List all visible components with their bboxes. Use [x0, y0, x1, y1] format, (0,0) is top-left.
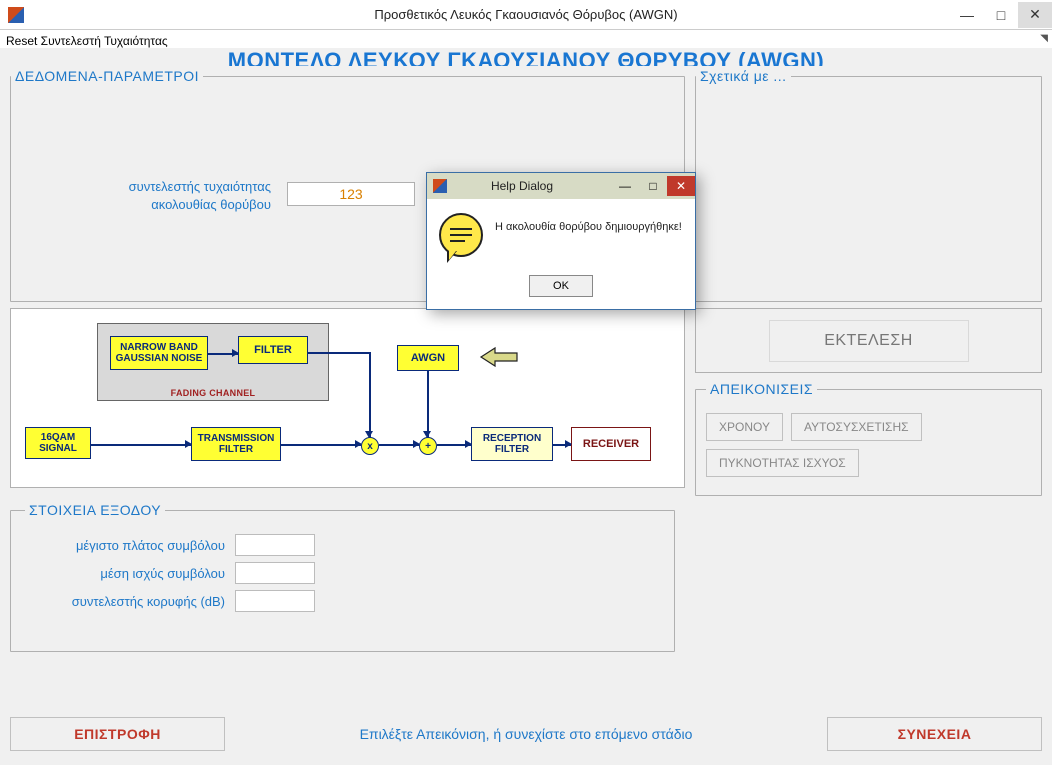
minimize-button[interactable]: — — [950, 2, 984, 28]
help-bubble-icon — [439, 213, 483, 257]
crest-value — [235, 590, 315, 612]
seed-input[interactable] — [287, 182, 415, 206]
crest-label: συντελεστής κορυφής (dB) — [25, 594, 225, 609]
max-amplitude-label: μέγιστο πλάτος συμβόλου — [25, 538, 225, 553]
awgn-block: AWGN — [397, 345, 459, 371]
fading-channel-label: FADING CHANNEL — [98, 388, 328, 398]
mean-power-value — [235, 562, 315, 584]
mean-power-label: μέση ισχύς συμβόλου — [25, 566, 225, 581]
close-button[interactable]: ✕ — [1018, 2, 1052, 28]
about-group: Σχετικά με ... — [695, 68, 1042, 302]
dialog-minimize-button[interactable]: — — [611, 176, 639, 196]
back-button[interactable]: ΕΠΙΣΤΡΟΦΗ — [10, 717, 225, 751]
max-amplitude-value — [235, 534, 315, 556]
depictions-legend: ΑΠΕΙΚΟΝΙΣΕΙΣ — [706, 381, 817, 397]
filter-block: FILTER — [238, 336, 308, 364]
dialog-titlebar[interactable]: Help Dialog — □ ✕ — [427, 173, 695, 199]
app-icon — [8, 7, 24, 23]
output-legend: ΣΤΟΙΧΕΙΑ ΕΞΟΔΟΥ — [25, 502, 165, 518]
time-plot-button[interactable]: ΧΡΟΝΟΥ — [706, 413, 783, 441]
dialog-title: Help Dialog — [433, 179, 611, 193]
window-title: Προσθετικός Λευκός Γκαουσιανός Θόρυβος (… — [0, 7, 1052, 22]
dialog-message: Η ακολουθία θορύβου δημιουργήθηκε! — [495, 221, 682, 233]
reset-seed-menu[interactable]: Reset Συντελεστή Τυχαιότητας — [6, 34, 168, 48]
toolbar-overflow-icon[interactable]: ◥ — [1040, 33, 1048, 44]
pointer-arrow-icon — [479, 345, 519, 369]
page-title-clipped: ΜΟΝΤΕΛΟ ΛΕΥΚΟΥ ΓΚΑΟΥΣΙΑΝΟΥ ΘΟΡΥΒΟΥ (AWGN… — [10, 48, 1042, 66]
footer-hint: Επιλέξτε Απεικόνιση, ή συνεχίστε στο επό… — [225, 726, 827, 742]
fading-channel-group: NARROW BAND GAUSSIAN NOISE FILTER FADING… — [97, 323, 329, 401]
dialog-maximize-button[interactable]: □ — [639, 176, 667, 196]
sum-node: + — [419, 437, 437, 455]
window-controls: — □ ✕ — [950, 2, 1052, 28]
dialog-ok-button[interactable]: OK — [529, 275, 593, 297]
execute-card: ΕΚΤΕΛΕΣΗ — [695, 308, 1042, 373]
psd-button[interactable]: ΠΥΚΝΟΤΗΤΑΣ ΙΣΧΥΟΣ — [706, 449, 859, 477]
help-dialog: Help Dialog — □ ✕ Η ακολουθία θορύβου δη… — [426, 172, 696, 310]
receiver-block: RECEIVER — [571, 427, 651, 461]
dialog-close-button[interactable]: ✕ — [667, 176, 695, 196]
window-titlebar: Προσθετικός Λευκός Γκαουσιανός Θόρυβος (… — [0, 0, 1052, 30]
multiply-node: x — [361, 437, 379, 455]
data-params-legend: ΔΕΔΟΜΕΝΑ-ΠΑΡΑΜΕΤΡΟΙ — [11, 68, 203, 84]
next-button[interactable]: ΣΥΝΕΧΕΙΑ — [827, 717, 1042, 751]
autocorrelation-button[interactable]: ΑΥΤΟΣΥΣΧΕΤΙΣΗΣ — [791, 413, 922, 441]
execute-button[interactable]: ΕΚΤΕΛΕΣΗ — [769, 320, 969, 362]
about-legend: Σχετικά με ... — [696, 68, 791, 84]
maximize-button[interactable]: □ — [984, 2, 1018, 28]
footer-bar: ΕΠΙΣΤΡΟΦΗ Επιλέξτε Απεικόνιση, ή συνεχίσ… — [10, 717, 1042, 751]
seed-label: συντελεστής τυχαιότητας ακολουθίας θορύβ… — [81, 178, 271, 213]
signal-diagram: NARROW BAND GAUSSIAN NOISE FILTER FADING… — [10, 308, 685, 488]
tx-filter-block: TRANSMISSION FILTER — [191, 427, 281, 461]
rx-filter-block: RECEPTION FILTER — [471, 427, 553, 461]
output-group: ΣΤΟΙΧΕΙΑ ΕΞΟΔΟΥ μέγιστο πλάτος συμβόλου … — [10, 502, 675, 652]
narrowband-noise-block: NARROW BAND GAUSSIAN NOISE — [110, 336, 208, 370]
qam-signal-block: 16QAM SIGNAL — [25, 427, 91, 459]
depictions-group: ΑΠΕΙΚΟΝΙΣΕΙΣ ΧΡΟΝΟΥ ΑΥΤΟΣΥΣΧΕΤΙΣΗΣ ΠΥΚΝΟ… — [695, 381, 1042, 496]
